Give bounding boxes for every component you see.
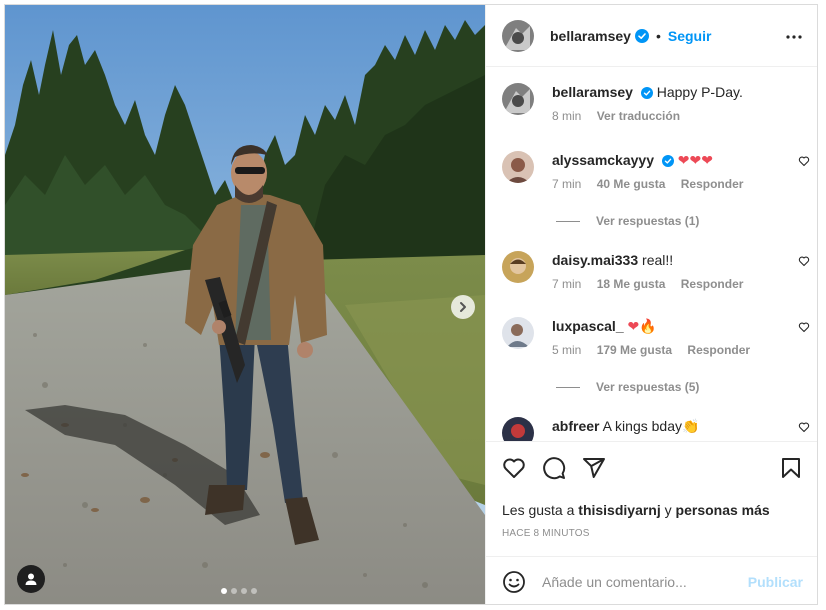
reply-button[interactable]: Responder bbox=[687, 343, 750, 357]
verified-badge-icon bbox=[634, 28, 649, 43]
comment-text: A kings bday👏 bbox=[602, 418, 700, 434]
comment-text: real!! bbox=[642, 252, 674, 268]
comments-list[interactable]: bellaramsey Happy P-Day. 8 min Ver tradu… bbox=[486, 67, 817, 441]
view-replies-button[interactable]: Ver respuestas (1) bbox=[556, 214, 699, 228]
comment-likes[interactable]: 40 Me gusta bbox=[597, 177, 666, 191]
commenter-avatar[interactable] bbox=[502, 251, 534, 283]
comment-time[interactable]: 5 min bbox=[552, 343, 581, 357]
post-photo[interactable] bbox=[5, 5, 485, 604]
heart-icon[interactable] bbox=[798, 155, 810, 167]
liked-by-others[interactable]: personas más bbox=[676, 502, 770, 518]
comment-likes[interactable]: 18 Me gusta bbox=[597, 277, 666, 291]
comment-icon[interactable] bbox=[542, 456, 566, 480]
carousel-dot bbox=[221, 588, 227, 594]
emoji-icon[interactable] bbox=[502, 570, 526, 594]
view-replies-label: Ver respuestas (1) bbox=[596, 214, 700, 228]
verified-badge-icon bbox=[661, 155, 674, 168]
caption-text: Happy P-Day. bbox=[656, 84, 743, 100]
comment-username[interactable]: daisy.mai333 bbox=[552, 252, 638, 268]
header-separator: • bbox=[655, 27, 661, 44]
author-username[interactable]: bellaramsey bbox=[550, 28, 631, 44]
heart-icon[interactable] bbox=[798, 321, 810, 333]
chevron-right-icon bbox=[460, 302, 466, 312]
caption-username[interactable]: bellaramsey bbox=[552, 84, 633, 100]
comment-username[interactable]: abfreer bbox=[552, 418, 599, 434]
follow-button[interactable]: Seguir bbox=[668, 28, 712, 44]
carousel-dot bbox=[251, 588, 257, 594]
user-tag-icon bbox=[25, 573, 37, 585]
comment-text: ❤❤❤ bbox=[677, 152, 713, 168]
next-slide-button[interactable] bbox=[451, 295, 475, 319]
liked-by-user[interactable]: thisisdiyarnj bbox=[578, 502, 660, 518]
comment-username[interactable]: luxpascal_ bbox=[552, 318, 624, 334]
verified-badge-icon bbox=[640, 87, 653, 100]
caption-time[interactable]: 8 min bbox=[552, 109, 581, 123]
post-timestamp[interactable]: HACE 8 MINUTOS bbox=[502, 528, 590, 539]
publish-button[interactable]: Publicar bbox=[748, 574, 803, 590]
carousel-dot bbox=[231, 588, 237, 594]
author-avatar[interactable] bbox=[502, 83, 534, 115]
author-avatar[interactable] bbox=[502, 19, 534, 52]
comment-time[interactable]: 7 min bbox=[552, 177, 581, 191]
comment-likes[interactable]: 179 Me gusta bbox=[597, 343, 672, 357]
carousel-dot bbox=[241, 588, 247, 594]
commenter-avatar[interactable] bbox=[502, 151, 534, 183]
comment-input[interactable] bbox=[540, 572, 744, 591]
commenter-avatar[interactable] bbox=[502, 417, 534, 441]
bookmark-icon[interactable] bbox=[779, 456, 803, 480]
add-comment-bar: Publicar bbox=[486, 556, 817, 604]
more-options-icon[interactable] bbox=[785, 28, 803, 46]
reply-button[interactable]: Responder bbox=[681, 177, 744, 191]
post-actions: Les gusta a thisisdiyarnj y personas más… bbox=[486, 441, 817, 556]
view-replies-label: Ver respuestas (5) bbox=[596, 380, 700, 394]
post-panel: bellaramsey • Seguir bellaramsey Happy P… bbox=[485, 5, 817, 604]
reply-button[interactable]: Responder bbox=[681, 277, 744, 291]
post-dialog: bellaramsey • Seguir bellaramsey Happy P… bbox=[4, 4, 818, 605]
likes-summary: Les gusta a thisisdiyarnj y personas más bbox=[502, 502, 770, 518]
translate-button[interactable]: Ver traducción bbox=[597, 109, 680, 123]
view-replies-button[interactable]: Ver respuestas (5) bbox=[556, 380, 699, 394]
carousel-indicator bbox=[221, 588, 257, 594]
heart-icon[interactable] bbox=[502, 456, 526, 480]
tagged-users-button[interactable] bbox=[17, 565, 45, 593]
post-header: bellaramsey • Seguir bbox=[486, 5, 817, 67]
heart-icon[interactable] bbox=[798, 421, 810, 433]
comment-username[interactable]: alyssamckayyy bbox=[552, 152, 654, 168]
post-image bbox=[5, 5, 485, 604]
comment-text: ❤🔥 bbox=[627, 318, 657, 334]
share-icon[interactable] bbox=[582, 456, 606, 480]
heart-icon[interactable] bbox=[798, 255, 810, 267]
comment-time[interactable]: 7 min bbox=[552, 277, 581, 291]
commenter-avatar[interactable] bbox=[502, 317, 534, 349]
